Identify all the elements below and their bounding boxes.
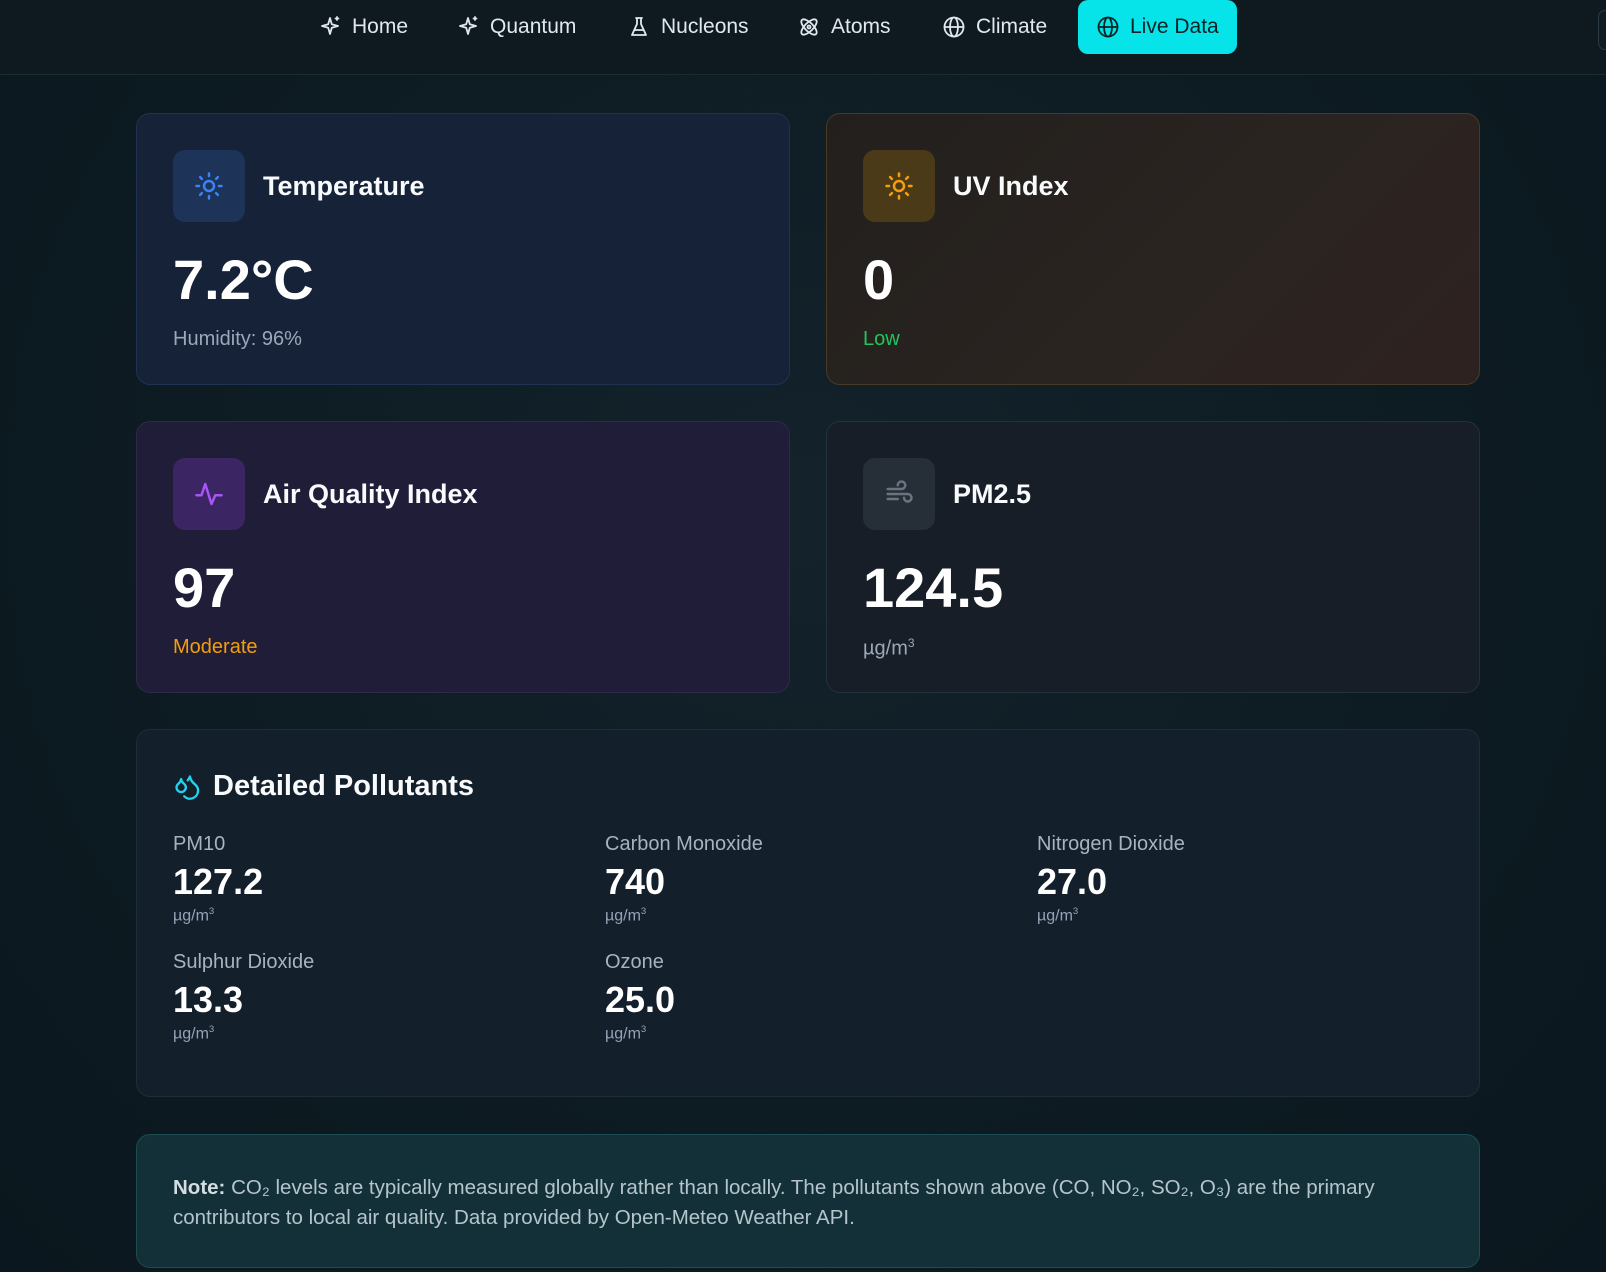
nav-live-data[interactable]: Live Data: [1078, 0, 1237, 54]
pollutant-label: Ozone: [605, 950, 664, 973]
pollutant-label: Sulphur Dioxide: [173, 950, 315, 973]
top-navbar: Home Quantum Nucleons Atoms Climate Live…: [0, 0, 1606, 75]
globe-icon: [943, 16, 965, 38]
globe-icon: [1097, 16, 1119, 38]
pollutant-unit: µg/m3: [173, 905, 215, 924]
pollutant-item: Nitrogen Dioxide 27.0 µg/m3: [1037, 833, 1469, 925]
pm25-title: PM2.5: [953, 478, 1032, 509]
pollutant-value: 27.0: [1037, 861, 1108, 902]
nav-edge-control[interactable]: [1598, 10, 1606, 50]
aqi-level-text: Moderate: [173, 636, 258, 658]
sun-icon: [885, 172, 913, 200]
uv-index-title: UV Index: [953, 170, 1069, 201]
nav-climate[interactable]: Climate: [924, 0, 1065, 54]
sparkle-icon: [459, 16, 478, 35]
pollutant-item: Ozone 25.0 µg/m3: [605, 951, 1037, 1043]
pm25-card: PM2.5 124.5 µg/m3: [826, 421, 1480, 693]
wind-icon: [886, 480, 913, 503]
pollutant-value: 740: [605, 861, 666, 902]
pollutant-item: PM10 127.2 µg/m3: [173, 833, 605, 925]
aqi-value: 97: [173, 556, 236, 619]
pollutant-unit: µg/m3: [605, 905, 647, 924]
flask-icon: [631, 17, 647, 36]
pollutant-item: Sulphur Dioxide 13.3 µg/m3: [173, 951, 605, 1043]
pollutant-value: 25.0: [605, 978, 676, 1020]
pollutant-item: Carbon Monoxide 740 µg/m3: [605, 833, 1037, 925]
aqi-title: Air Quality Index: [263, 478, 478, 509]
uv-index-card: UV Index 0 Low: [826, 113, 1480, 385]
uv-index-value: 0: [863, 248, 895, 311]
activity-icon: [195, 482, 223, 506]
sun-icon: [195, 172, 223, 200]
pollutant-unit: µg/m3: [1037, 905, 1079, 924]
note-text: CO₂ levels are typically measured global…: [173, 1176, 1375, 1229]
nav-atoms-label: Atoms: [831, 15, 891, 38]
aqi-icon-box: [173, 458, 245, 530]
pollutant-label: Carbon Monoxide: [605, 833, 763, 855]
nav-nucleons-label: Nucleons: [661, 15, 749, 38]
temperature-card: Temperature 7.2°C Humidity: 96%: [136, 113, 790, 385]
nav-nucleons[interactable]: Nucleons: [609, 0, 767, 54]
pm25-unit: µg/m3: [863, 636, 915, 660]
droplets-icon: [175, 774, 200, 800]
sparkle-icon: [321, 16, 340, 35]
pollutant-label: PM10: [173, 833, 226, 855]
nav-quantum[interactable]: Quantum: [438, 0, 594, 54]
temperature-value: 7.2°C: [173, 248, 314, 311]
detailed-pollutants-panel: Detailed Pollutants PM10 127.2 µg/m3 Car…: [136, 729, 1480, 1097]
pm25-value: 124.5: [863, 556, 1004, 619]
pollutant-value: 13.3: [173, 978, 244, 1020]
nav-climate-label: Climate: [976, 15, 1048, 38]
nav-home[interactable]: Home: [300, 0, 426, 54]
pollutant-unit: µg/m3: [173, 1023, 215, 1042]
nav-quantum-label: Quantum: [490, 15, 577, 38]
uv-icon-box: [863, 150, 935, 222]
nav-live-data-label: Live Data: [1130, 15, 1219, 38]
pollutants-title: Detailed Pollutants: [213, 770, 475, 802]
humidity-text: Humidity: 96%: [173, 328, 302, 350]
air-quality-card: Air Quality Index 97 Moderate: [136, 421, 790, 693]
pollutant-unit: µg/m3: [605, 1023, 647, 1042]
uv-level-text: Low: [863, 328, 900, 350]
nav-home-label: Home: [352, 15, 409, 38]
info-note: Note: CO₂ levels are typically measured …: [136, 1134, 1480, 1268]
nav-atoms[interactable]: Atoms: [779, 0, 909, 54]
pollutant-label: Nitrogen Dioxide: [1037, 833, 1185, 855]
note-label: Note:: [173, 1176, 226, 1199]
temperature-icon-box: [173, 150, 245, 222]
atom-icon: [800, 18, 818, 36]
pm25-icon-box: [863, 458, 935, 530]
pollutant-value: 127.2: [173, 861, 264, 902]
temperature-title: Temperature: [263, 170, 425, 201]
